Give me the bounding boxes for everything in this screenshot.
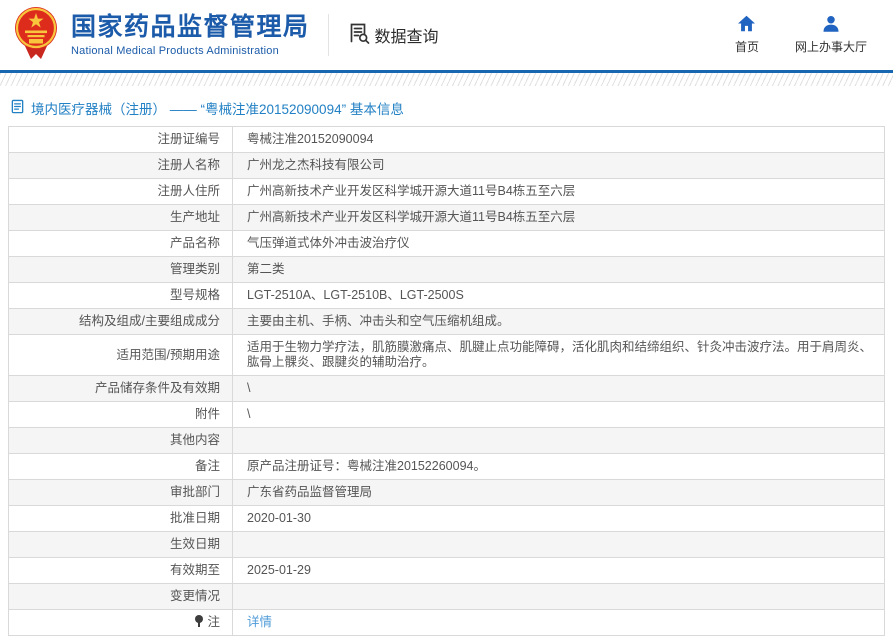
row-label: 审批部门 [9, 480, 233, 506]
row-value: \ [233, 402, 885, 428]
site-header: 国家药品监督管理局 National Medical Products Admi… [0, 0, 893, 70]
document-icon [10, 99, 25, 117]
breadcrumb-text: 境内医疗器械（注册） —— “粤械注准20152090094” 基本信息 [31, 98, 404, 118]
row-label: 产品储存条件及有效期 [9, 376, 233, 402]
row-value: 适用于生物力学疗法，肌筋膜激痛点、肌腱止点功能障碍，活化肌肉和结缔组织、针灸冲击… [233, 335, 885, 376]
table-row: 审批部门广东省药品监督管理局 [9, 480, 885, 506]
table-row: 注册人名称广州龙之杰科技有限公司 [9, 153, 885, 179]
row-value: LGT-2510A、LGT-2510B、LGT-2500S [233, 283, 885, 309]
header-divider [328, 14, 329, 56]
row-value: 粤械注准20152090094 [233, 127, 885, 153]
row-value: 原产品注册证号：粤械注准20152260094。 [233, 454, 885, 480]
table-row: 管理类别第二类 [9, 257, 885, 283]
row-value: 主要由主机、手柄、冲击头和空气压缩机组成。 [233, 309, 885, 335]
table-row: 备注原产品注册证号：粤械注准20152260094。 [9, 454, 885, 480]
table-row: 批准日期2020-01-30 [9, 506, 885, 532]
national-emblem-icon [10, 4, 62, 67]
table-row: 生产地址广州高新技术产业开发区科学城开源大道11号B4栋五至六层 [9, 205, 885, 231]
table-row: 生效日期 [9, 532, 885, 558]
row-label: 型号规格 [9, 283, 233, 309]
table-row: 注详情 [9, 610, 885, 636]
data-query-label: 数据查询 [375, 23, 439, 47]
breadcrumb: 境内医疗器械（注册） —— “粤械注准20152090094” 基本信息 [10, 98, 893, 118]
site-logo[interactable]: 国家药品监督管理局 National Medical Products Admi… [10, 4, 310, 67]
row-label: 其他内容 [9, 428, 233, 454]
row-value: 广州高新技术产业开发区科学城开源大道11号B4栋五至六层 [233, 179, 885, 205]
header-nav: 首页 网上办事大厅 [735, 15, 867, 55]
table-row: 型号规格LGT-2510A、LGT-2510B、LGT-2500S [9, 283, 885, 309]
row-label: 注 [9, 610, 233, 636]
table-row: 产品名称气压弹道式体外冲击波治疗仪 [9, 231, 885, 257]
table-row: 有效期至2025-01-29 [9, 558, 885, 584]
row-value: 广东省药品监督管理局 [233, 480, 885, 506]
row-label: 附件 [9, 402, 233, 428]
row-value: 第二类 [233, 257, 885, 283]
row-value [233, 428, 885, 454]
details-link[interactable]: 详情 [247, 615, 272, 629]
row-value: 2025-01-29 [233, 558, 885, 584]
data-query-section[interactable]: 数据查询 [347, 21, 439, 50]
nav-online-hall-label: 网上办事大厅 [795, 38, 867, 55]
row-value: 2020-01-30 [233, 506, 885, 532]
home-icon [737, 15, 756, 35]
table-row: 适用范围/预期用途适用于生物力学疗法，肌筋膜激痛点、肌腱止点功能障碍，活化肌肉和… [9, 335, 885, 376]
row-label: 管理类别 [9, 257, 233, 283]
row-label: 批准日期 [9, 506, 233, 532]
info-table-body: 注册证编号粤械注准20152090094注册人名称广州龙之杰科技有限公司注册人住… [9, 127, 885, 636]
row-label: 注册人住所 [9, 179, 233, 205]
table-row: 结构及组成/主要组成成分主要由主机、手柄、冲击头和空气压缩机组成。 [9, 309, 885, 335]
row-value: 详情 [233, 610, 885, 636]
person-icon [822, 15, 840, 35]
row-value: 广州高新技术产业开发区科学城开源大道11号B4栋五至六层 [233, 205, 885, 231]
row-value: 广州龙之杰科技有限公司 [233, 153, 885, 179]
row-label: 生产地址 [9, 205, 233, 231]
row-value: \ [233, 376, 885, 402]
table-row: 其他内容 [9, 428, 885, 454]
hatched-band [0, 73, 893, 86]
table-row: 变更情况 [9, 584, 885, 610]
row-value: 气压弹道式体外冲击波治疗仪 [233, 231, 885, 257]
row-label: 注册证编号 [9, 127, 233, 153]
info-table: 注册证编号粤械注准20152090094注册人名称广州龙之杰科技有限公司注册人住… [8, 126, 885, 636]
document-search-icon [347, 21, 371, 50]
row-label: 备注 [9, 454, 233, 480]
row-label: 适用范围/预期用途 [9, 335, 233, 376]
pin-icon [194, 615, 204, 627]
nav-home[interactable]: 首页 [735, 15, 759, 55]
row-label: 变更情况 [9, 584, 233, 610]
row-label: 生效日期 [9, 532, 233, 558]
row-label: 产品名称 [9, 231, 233, 257]
row-label: 结构及组成/主要组成成分 [9, 309, 233, 335]
nav-home-label: 首页 [735, 38, 759, 55]
row-label: 注册人名称 [9, 153, 233, 179]
nav-online-hall[interactable]: 网上办事大厅 [795, 15, 867, 55]
org-name-en: National Medical Products Administration [71, 45, 310, 57]
table-row: 产品储存条件及有效期\ [9, 376, 885, 402]
row-value [233, 584, 885, 610]
row-label: 有效期至 [9, 558, 233, 584]
table-row: 注册证编号粤械注准20152090094 [9, 127, 885, 153]
table-row: 注册人住所广州高新技术产业开发区科学城开源大道11号B4栋五至六层 [9, 179, 885, 205]
table-row: 附件\ [9, 402, 885, 428]
org-name-cn: 国家药品监督管理局 [71, 13, 310, 42]
row-value [233, 532, 885, 558]
